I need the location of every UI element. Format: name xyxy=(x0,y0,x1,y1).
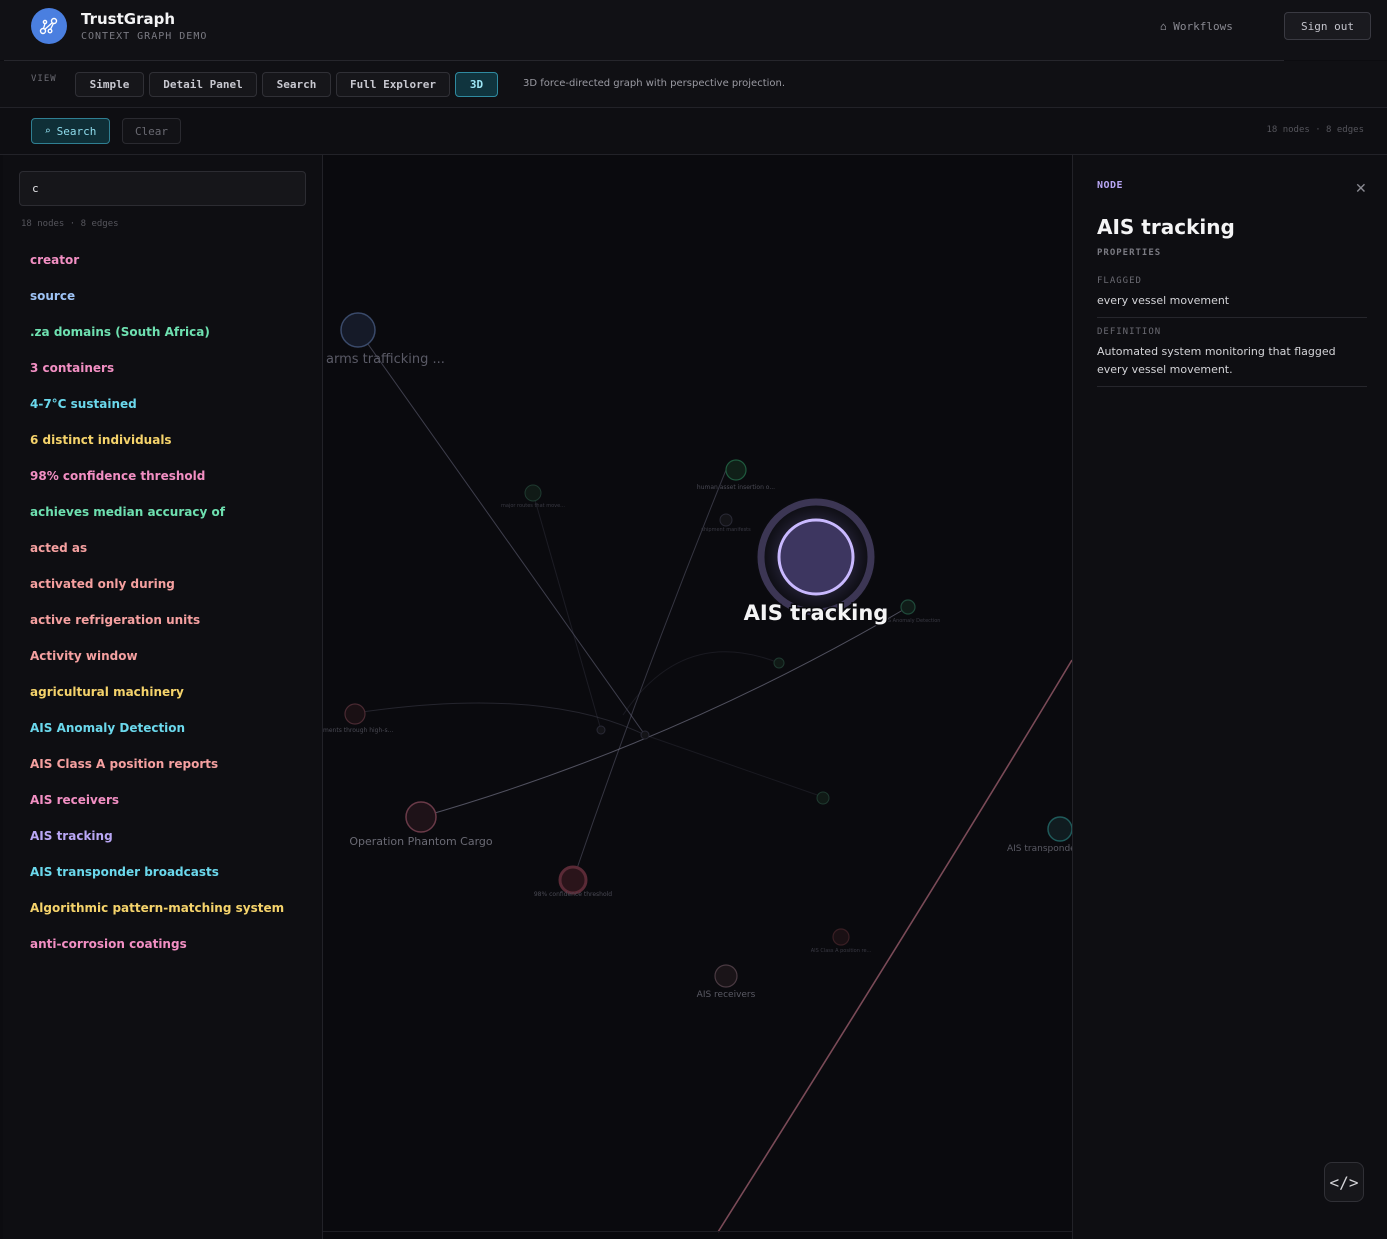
property-key: DEFINITION xyxy=(1097,327,1162,337)
node-result-item[interactable]: 98% confidence threshold xyxy=(30,467,284,503)
view-description: 3D force-directed graph with perspective… xyxy=(523,78,786,89)
view-bar: VIEW Simple Detail Panel Search Full Exp… xyxy=(0,61,1387,108)
graph-edge xyxy=(420,606,909,818)
graph-node-small-1[interactable] xyxy=(524,484,542,502)
graph-node-arms-trafficking[interactable] xyxy=(340,312,376,348)
node-result-item[interactable]: agricultural machinery xyxy=(30,683,284,719)
graph-label-transponder: AIS transponder xyxy=(1007,844,1072,854)
search-button[interactable]: ⌕ Search xyxy=(31,118,110,144)
graph-edge xyxy=(357,329,646,736)
close-icon[interactable]: ✕ xyxy=(1355,181,1367,197)
view-full-explorer-button[interactable]: Full Explorer xyxy=(336,72,450,97)
node-result-item[interactable]: AIS Class A position reports xyxy=(30,755,284,791)
app-name: TrustGraph xyxy=(81,10,176,28)
detail-type-label: NODE xyxy=(1097,180,1124,191)
node-result-item[interactable]: AIS receivers xyxy=(30,791,284,827)
graph-node-human-asset[interactable] xyxy=(725,459,747,481)
graph-node-small-4[interactable] xyxy=(816,791,830,805)
node-detail-panel: NODE ✕ AIS tracking PROPERTIES FLAGGED e… xyxy=(1072,155,1387,1239)
node-result-item[interactable]: .za domains (South Africa) xyxy=(30,323,284,359)
node-result-item[interactable]: 3 containers xyxy=(30,359,284,395)
graph-bottom-edge xyxy=(323,1231,1072,1232)
node-result-item[interactable]: anti-corrosion coatings xyxy=(30,935,284,971)
search-icon: ⌕ xyxy=(44,125,51,137)
node-result-item[interactable]: Algorithmic pattern-matching system xyxy=(30,899,284,935)
workflows-link[interactable]: ⌂ Workflows xyxy=(1160,20,1233,33)
node-result-item[interactable]: Activity window xyxy=(30,647,284,683)
graph-node-ais-receivers[interactable] xyxy=(714,964,738,988)
graph-edge xyxy=(717,659,1072,1233)
graph-label-human: human asset insertion o... xyxy=(697,484,775,491)
property-flagged: FLAGGED every vessel movement xyxy=(1097,276,1367,318)
node-result-item[interactable]: AIS Anomaly Detection xyxy=(30,719,284,755)
graph-node-small-5[interactable] xyxy=(596,725,606,735)
workflows-label: Workflows xyxy=(1173,20,1233,33)
property-value: Automated system monitoring that flagged… xyxy=(1097,345,1336,376)
graph-label-ments: ments through high-s... xyxy=(323,727,393,734)
detail-title: AIS tracking xyxy=(1097,215,1235,239)
graph-node-98-confidence[interactable] xyxy=(558,865,588,895)
graph-logo-icon xyxy=(39,17,58,35)
graph-node-ments[interactable] xyxy=(344,703,366,725)
graph-counts: 18 nodes · 8 edges xyxy=(1266,125,1364,135)
graph-node-small-2[interactable] xyxy=(719,513,733,527)
property-value: every vessel movement xyxy=(1097,294,1230,307)
node-result-item[interactable]: activated only during xyxy=(30,575,284,611)
graph-edge xyxy=(622,651,780,716)
graph-node-class-a[interactable] xyxy=(832,928,850,946)
graph-label-receivers: AIS receivers xyxy=(697,990,756,1000)
node-result-item[interactable]: source xyxy=(30,287,284,323)
graph-label-confidence: 98% confidence threshold xyxy=(534,891,612,898)
graph-edge xyxy=(532,492,602,731)
app-header: TrustGraph CONTEXT GRAPH DEMO ⌂ Workflow… xyxy=(0,0,1387,60)
graph-node-operation-phantom-cargo[interactable] xyxy=(405,801,437,833)
node-result-list: creator source .za domains (South Africa) 3… xyxy=(30,251,284,971)
graph-edge xyxy=(644,734,824,798)
node-search-panel: 18 nodes · 8 edges creatorsource.za doma… xyxy=(3,155,323,1239)
graph-node-ais-transponder[interactable] xyxy=(1047,816,1072,842)
trustgraph-logo[interactable] xyxy=(31,8,67,44)
node-result-item[interactable]: AIS transponder broadcasts xyxy=(30,863,284,899)
graph-node-small-3[interactable] xyxy=(773,657,785,669)
graph-label-selected: AIS tracking xyxy=(744,601,889,625)
graph-svg[interactable]: arms trafficking ... Operation Phantom C… xyxy=(323,155,1072,1239)
view-detail-panel-button[interactable]: Detail Panel xyxy=(149,72,257,97)
code-view-button[interactable]: </> xyxy=(1324,1162,1364,1202)
property-key: FLAGGED xyxy=(1097,276,1142,286)
view-search-button[interactable]: Search xyxy=(262,72,331,97)
graph-label-small2: shipment manifests xyxy=(701,527,751,533)
graph-label-arms: arms trafficking ... xyxy=(326,352,445,367)
app-subtitle: CONTEXT GRAPH DEMO xyxy=(81,31,208,42)
graph-node-small-6[interactable] xyxy=(640,730,650,740)
graph-node-anomaly[interactable] xyxy=(900,599,916,615)
node-result-item[interactable]: acted as xyxy=(30,539,284,575)
graph-node-ais-tracking[interactable] xyxy=(777,518,855,596)
view-simple-button[interactable]: Simple xyxy=(75,72,144,97)
properties-heading: PROPERTIES xyxy=(1097,248,1162,258)
node-search-input[interactable] xyxy=(19,171,306,206)
graph-label-small1: major routes that move... xyxy=(501,503,565,509)
node-result-item[interactable]: active refrigeration units xyxy=(30,611,284,647)
graph-3d-canvas[interactable]: arms trafficking ... Operation Phantom C… xyxy=(323,155,1072,1239)
search-button-label: Search xyxy=(56,124,97,138)
node-result-item[interactable]: achieves median accuracy of xyxy=(30,503,284,539)
node-result-item[interactable]: AIS tracking xyxy=(30,827,284,863)
sign-out-button[interactable]: Sign out xyxy=(1284,12,1371,40)
view-3d-button[interactable]: 3D xyxy=(455,72,498,97)
node-result-item[interactable]: 4-7°C sustained xyxy=(30,395,284,431)
node-result-item[interactable]: 6 distinct individuals xyxy=(30,431,284,467)
view-label: VIEW xyxy=(31,74,57,84)
property-definition: DEFINITION Automated system monitoring t… xyxy=(1097,327,1367,387)
graph-label-anomaly: AIS Anomaly Detection xyxy=(883,618,940,624)
clear-button[interactable]: Clear xyxy=(122,118,181,144)
search-result-counts: 18 nodes · 8 edges xyxy=(21,219,119,229)
graph-label-classa: AIS Class A position re... xyxy=(811,948,872,954)
action-bar: ⌕ Search Clear 18 nodes · 8 edges xyxy=(0,108,1387,155)
graph-label-phantom: Operation Phantom Cargo xyxy=(349,835,493,848)
node-result-item[interactable]: creator xyxy=(30,251,284,287)
home-icon: ⌂ xyxy=(1160,20,1167,33)
